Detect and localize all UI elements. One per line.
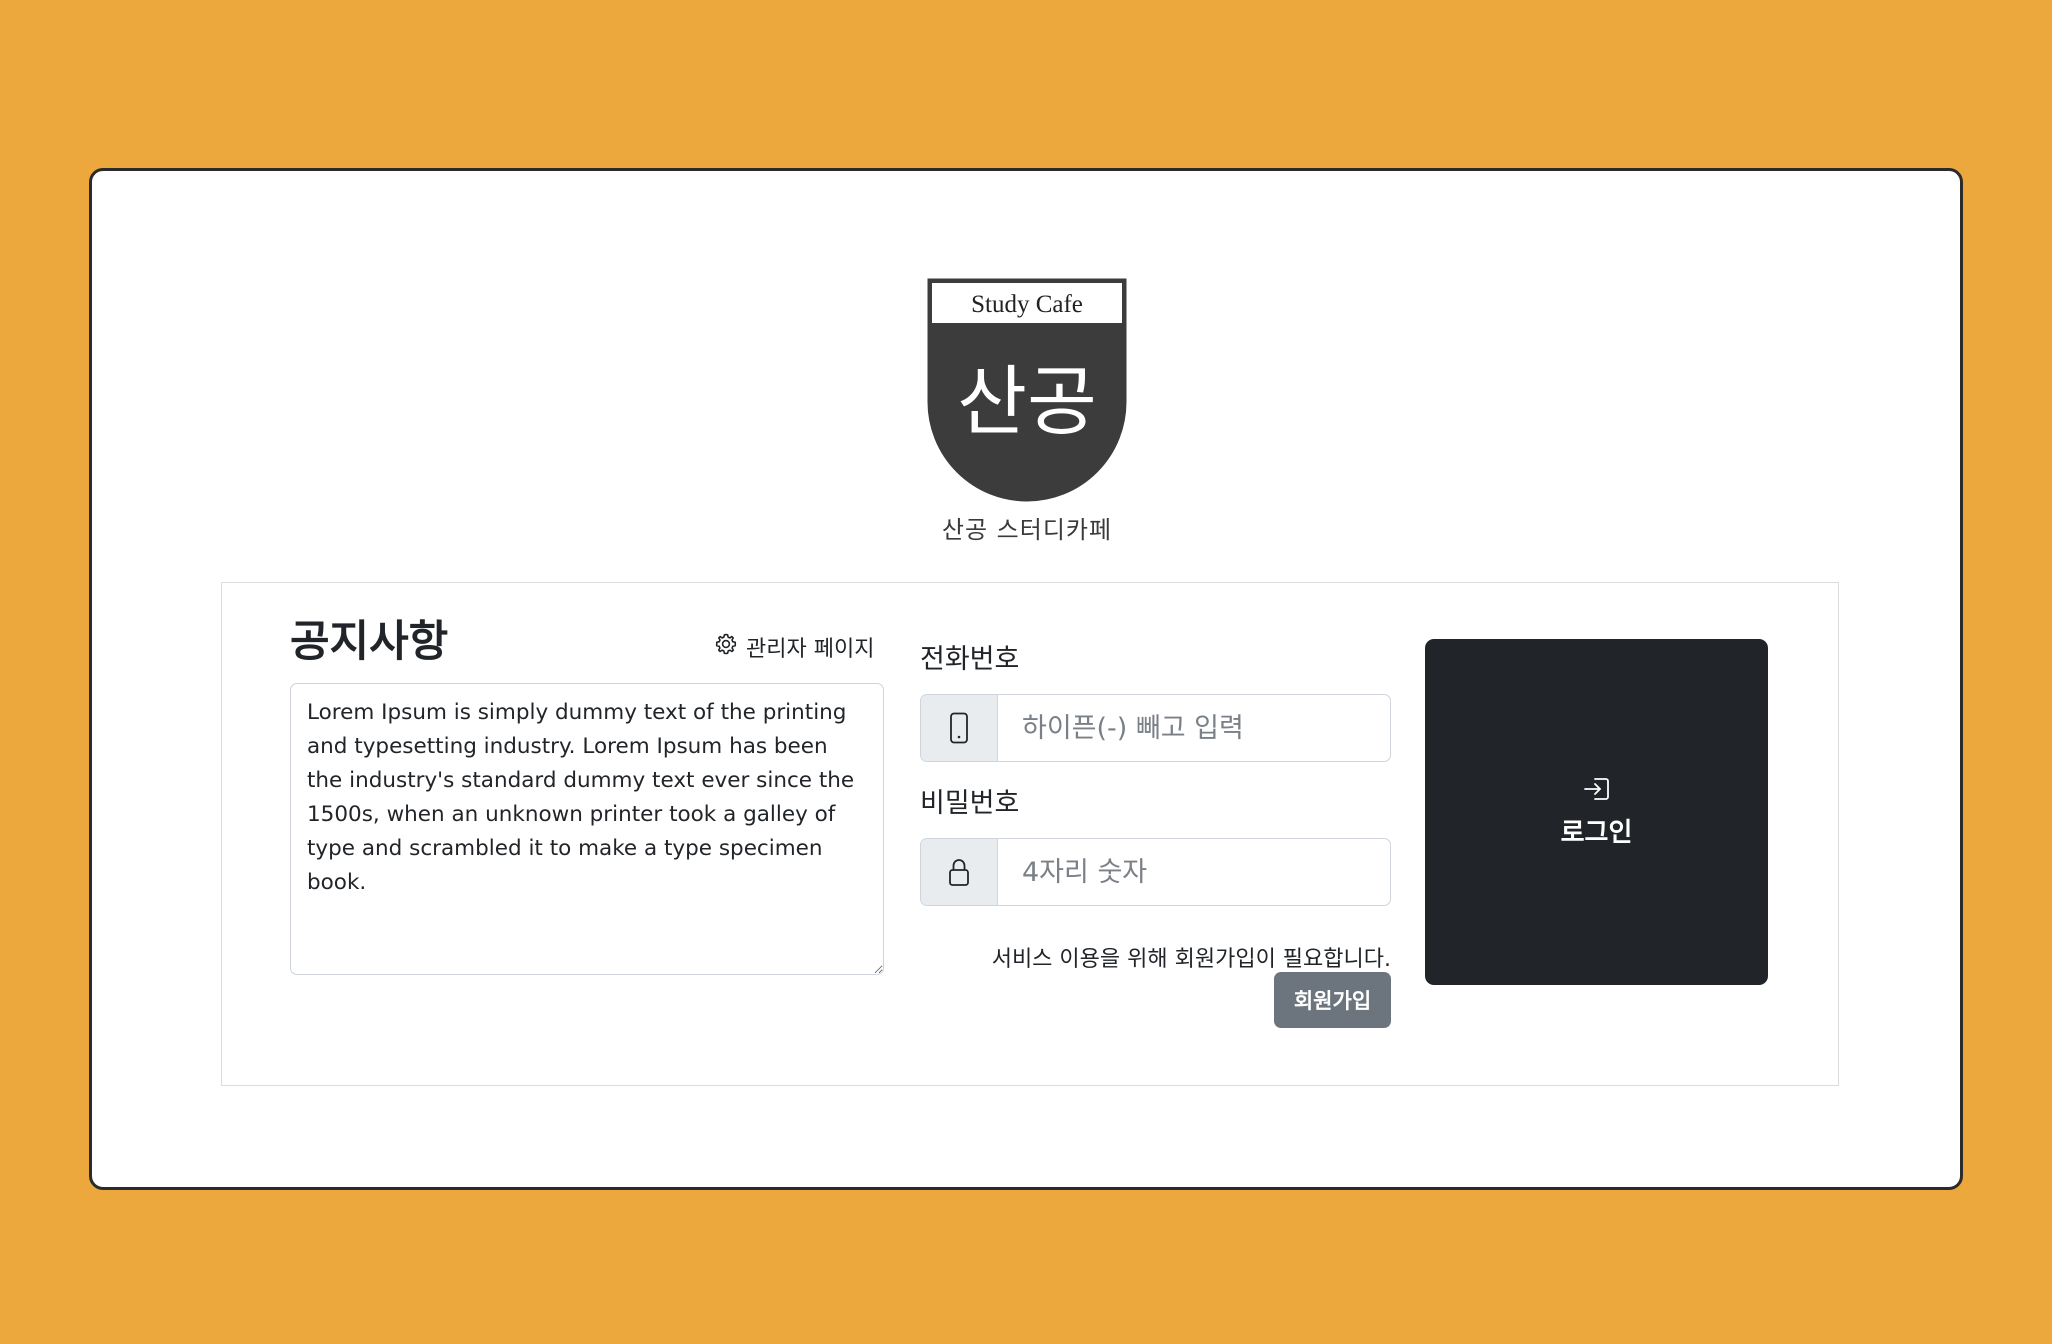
login-card: 공지사항 관리자 페이지 Lorem Ipsum is simply dummy… [221,582,1839,1086]
logo-caption: 산공 스터디카페 [941,516,1113,544]
admin-page-link[interactable]: 관리자 페이지 [714,631,874,663]
logo: Study Cafe 산공 산공 스터디카페 [927,278,1127,545]
login-button[interactable]: 로그인 [1425,639,1768,985]
logo-top-text: Study Cafe [971,291,1083,318]
password-input-group [920,838,1391,906]
phone-input-group [920,694,1391,762]
app-window: Study Cafe 산공 산공 스터디카페 공지사항 관리자 페이지 Lore… [89,168,1963,1190]
password-label: 비밀번호 [920,788,1020,819]
logo-emblem: Study Cafe 산공 [927,278,1127,502]
password-input[interactable] [998,839,1390,905]
phone-input[interactable] [998,695,1390,761]
gear-icon [714,632,738,662]
notice-title: 공지사항 [290,617,449,667]
admin-page-link-label: 관리자 페이지 [746,637,875,662]
login-icon [1582,776,1612,806]
phone-label: 전화번호 [920,644,1020,675]
signup-note: 서비스 이용을 위해 회원가입이 필요합니다. [991,947,1391,972]
phone-icon [921,695,998,761]
login-label: 로그인 [1560,817,1633,848]
lock-icon [921,839,998,905]
signup-button[interactable]: 회원가입 [1274,972,1391,1028]
logo-main-text: 산공 [957,357,1097,446]
notice-textarea[interactable]: Lorem Ipsum is simply dummy text of the … [290,683,884,975]
